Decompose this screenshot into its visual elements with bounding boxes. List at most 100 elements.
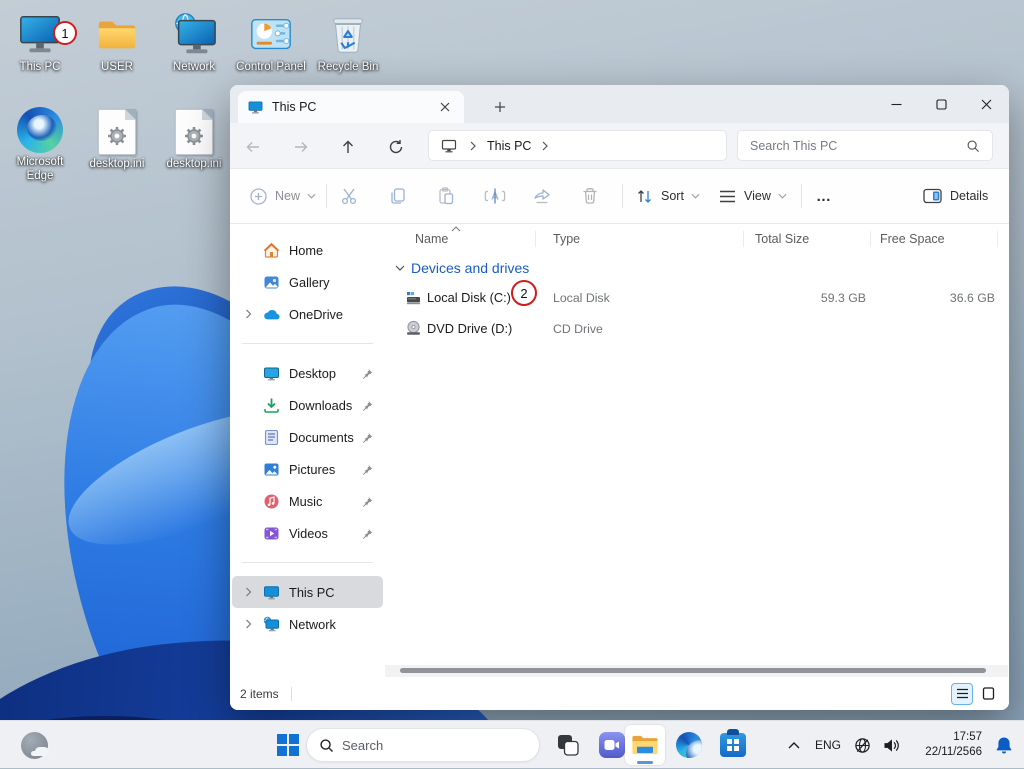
desktop-icon-desktop-ini-2[interactable]: desktop.ini — [156, 105, 232, 172]
desktop-icon-recycle-bin[interactable]: Recycle Bin — [310, 8, 386, 75]
taskbar-search-placeholder: Search — [342, 737, 384, 753]
delete-button[interactable] — [580, 169, 600, 223]
view-icon — [720, 190, 735, 202]
desktop-folder-icon — [262, 364, 280, 382]
tab-close-icon[interactable] — [436, 98, 454, 116]
horizontal-scrollbar[interactable] — [385, 665, 1008, 677]
dvd-drive-icon — [407, 320, 420, 335]
downloads-icon — [262, 396, 280, 414]
column-header-name[interactable]: Name — [415, 224, 448, 254]
control-panel-icon — [233, 8, 309, 58]
pin-icon — [361, 432, 373, 443]
network-status-button[interactable] — [848, 737, 876, 754]
sidebar-item-desktop[interactable]: Desktop — [232, 357, 383, 389]
drive-row-dvd-drive-d[interactable]: DVD Drive (D:) CD Drive — [385, 313, 1009, 344]
scrollbar-thumb[interactable] — [400, 668, 986, 673]
more-options-icon: … — [816, 187, 832, 205]
back-button[interactable] — [240, 134, 266, 160]
start-button[interactable] — [268, 725, 308, 765]
desktop-icon-microsoft-edge[interactable]: Microsoft Edge — [2, 103, 78, 184]
refresh-button[interactable] — [383, 134, 409, 160]
breadcrumb-chevron-icon — [543, 141, 549, 150]
sidebar-item-pictures[interactable]: Pictures — [232, 453, 383, 485]
sidebar-separator — [242, 343, 373, 344]
sidebar-item-this-pc[interactable]: This PC — [232, 576, 383, 608]
share-icon — [534, 189, 550, 204]
sidebar-item-onedrive[interactable]: OneDrive — [232, 298, 383, 330]
volume-button[interactable] — [876, 738, 906, 753]
desktop-icon-desktop-ini-1[interactable]: desktop.ini — [79, 105, 155, 172]
status-bar: 2 items — [230, 677, 1009, 710]
sidebar-item-videos[interactable]: Videos — [232, 517, 383, 549]
address-bar[interactable]: This PC — [428, 130, 727, 161]
new-tab-button[interactable] — [488, 95, 512, 119]
list-view-icon — [956, 688, 968, 699]
sidebar-item-music[interactable]: Music — [232, 485, 383, 517]
column-header-type[interactable]: Type — [553, 224, 580, 254]
address-this-pc-icon — [441, 139, 457, 152]
share-button[interactable] — [532, 169, 552, 223]
items-count: 2 items — [240, 686, 279, 701]
details-pane-icon — [923, 188, 942, 204]
documents-icon — [262, 428, 280, 446]
details-pane-button[interactable]: Details — [923, 169, 988, 223]
desktop-icon-user-folder[interactable]: USER — [79, 8, 155, 75]
copy-button[interactable] — [388, 169, 408, 223]
taskbar-search-box[interactable]: Search — [306, 728, 540, 762]
expand-chevron-icon[interactable] — [240, 309, 256, 319]
network-location-icon — [262, 615, 280, 633]
explorer-tab[interactable]: This PC — [238, 91, 464, 123]
cut-button[interactable] — [340, 169, 360, 223]
minimize-button[interactable] — [874, 85, 919, 123]
column-header-total-size[interactable]: Total Size — [755, 224, 809, 254]
edge-icon — [676, 732, 702, 758]
annotation-marker-2: 2 — [511, 280, 537, 306]
pin-icon — [361, 528, 373, 539]
close-button[interactable] — [964, 85, 1009, 123]
notifications-button[interactable] — [984, 736, 1024, 755]
new-button[interactable]: New — [250, 169, 316, 223]
drive-row-local-disk-c[interactable]: Local Disk (C:) Local Disk 59.3 GB 36.6 … — [385, 282, 1009, 313]
sidebar-item-documents[interactable]: Documents — [232, 421, 383, 453]
chevron-down-icon — [778, 193, 787, 199]
maximize-button[interactable] — [919, 85, 964, 123]
paste-icon — [439, 187, 454, 205]
explorer-search-box[interactable]: Search This PC — [737, 130, 993, 161]
rename-button[interactable] — [484, 169, 506, 223]
column-header-free-space[interactable]: Free Space — [880, 224, 945, 254]
task-view-button[interactable] — [548, 725, 588, 765]
sidebar-item-home[interactable]: Home — [232, 234, 383, 266]
details-view-toggle[interactable] — [951, 682, 973, 705]
language-indicator[interactable]: ENG — [808, 738, 848, 752]
breadcrumb[interactable]: This PC — [487, 139, 531, 153]
view-button[interactable]: View — [719, 169, 787, 223]
sort-button[interactable]: Sort — [636, 169, 700, 223]
group-header-devices-and-drives[interactable]: Devices and drives — [385, 254, 1009, 282]
pin-icon — [361, 464, 373, 475]
paste-button[interactable] — [436, 169, 456, 223]
tray-overflow-button[interactable] — [780, 741, 808, 749]
file-explorer-icon — [632, 735, 658, 755]
desktop-icon-control-panel[interactable]: Control Panel — [233, 8, 309, 75]
edge-button[interactable] — [669, 725, 709, 765]
clock[interactable]: 17:57 22/11/2566 — [906, 730, 984, 760]
sidebar-item-downloads[interactable]: Downloads — [232, 389, 383, 421]
widgets-button[interactable] — [14, 725, 54, 765]
up-button[interactable] — [335, 134, 361, 160]
forward-button[interactable] — [288, 134, 314, 160]
store-button[interactable] — [713, 725, 753, 765]
expand-chevron-icon[interactable] — [240, 587, 256, 597]
taskbar: Search ENG 17:57 22/11/2566 — [0, 720, 1024, 768]
file-explorer-button[interactable] — [625, 725, 665, 765]
expand-chevron-icon[interactable] — [240, 619, 256, 629]
collapse-chevron-icon[interactable] — [395, 265, 405, 272]
desktop-icon-network[interactable]: Network — [156, 8, 232, 75]
sidebar-item-gallery[interactable]: Gallery — [232, 266, 383, 298]
sidebar-item-network[interactable]: Network — [232, 608, 383, 640]
search-icon — [967, 140, 980, 152]
tab-strip: This PC — [230, 85, 1009, 123]
more-options-button[interactable]: … — [816, 169, 832, 223]
large-icons-view-toggle[interactable] — [977, 683, 999, 705]
music-icon — [262, 492, 280, 510]
column-headers: Name Type Total Size Free Space — [385, 224, 1009, 254]
